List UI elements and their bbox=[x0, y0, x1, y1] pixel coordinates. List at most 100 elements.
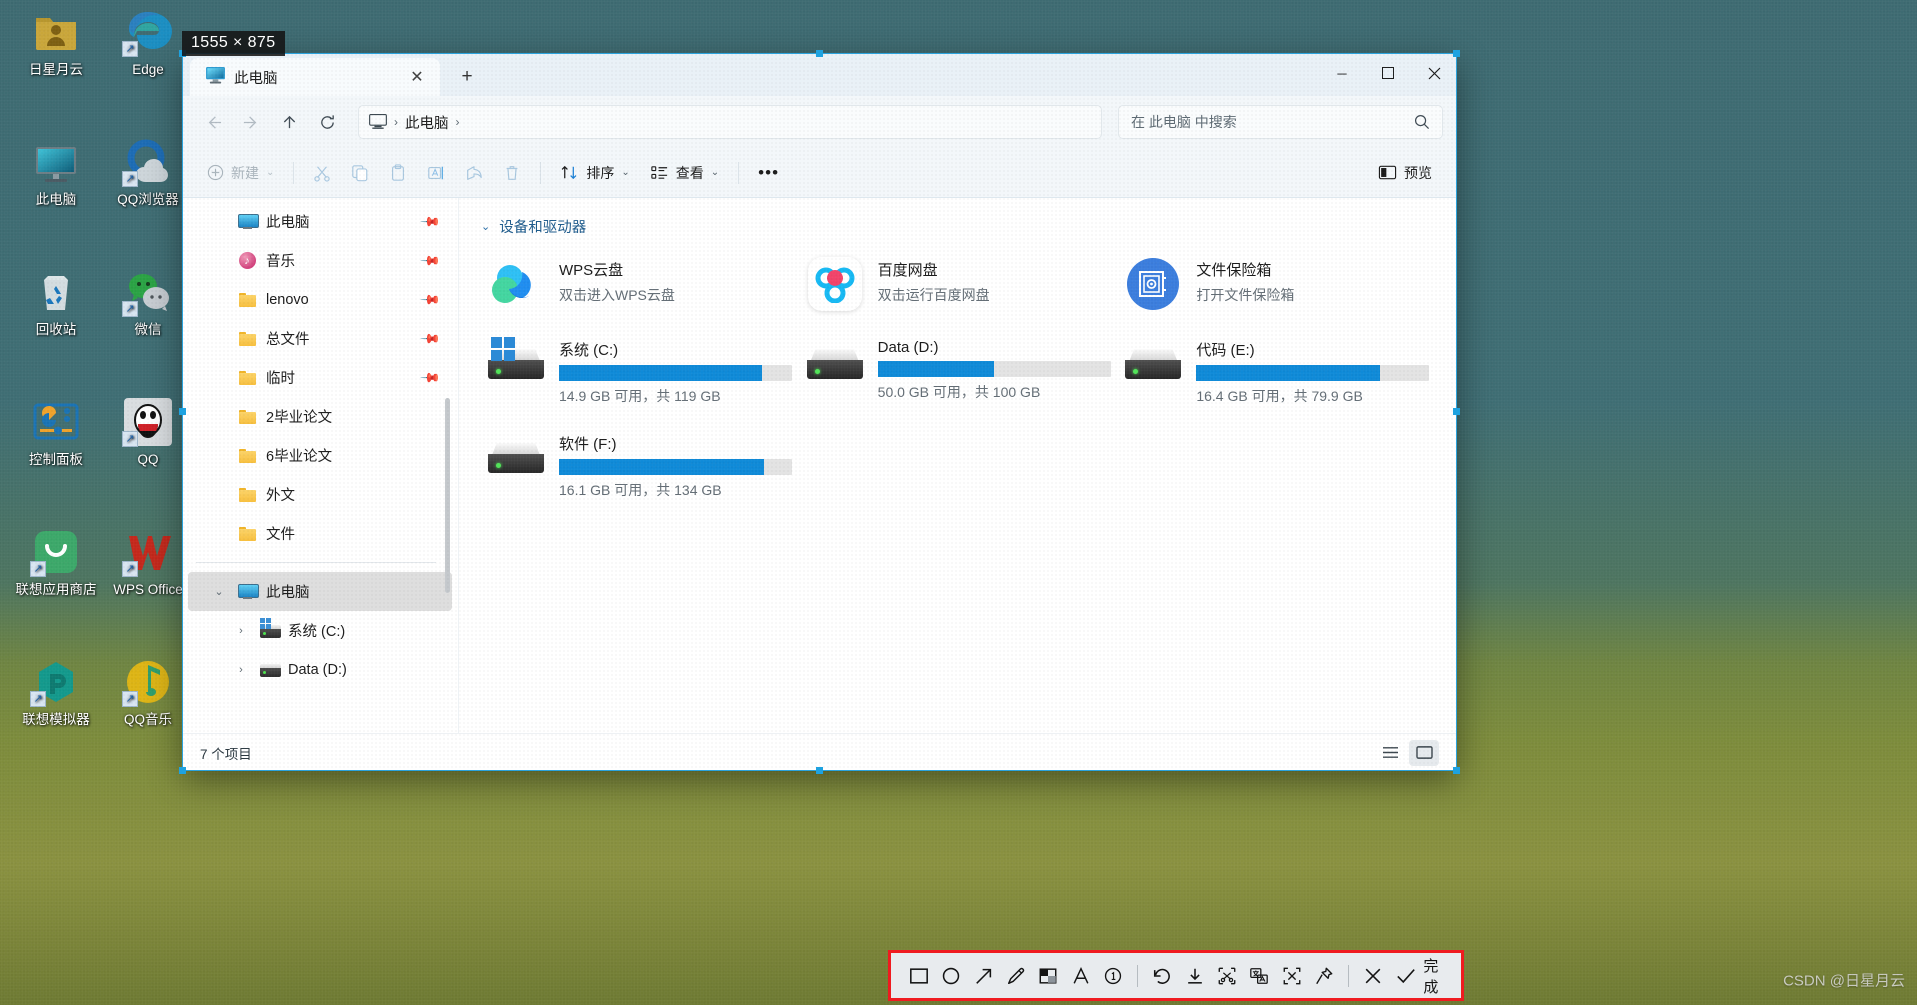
folder-icon bbox=[237, 370, 257, 385]
sort-button-label: 排序 bbox=[586, 164, 615, 181]
rectangle-tool-button[interactable] bbox=[905, 959, 933, 992]
drive-software-f[interactable]: 软件 (F:) 16.1 GB 可用，共 134 GB bbox=[481, 423, 800, 507]
list-view-button[interactable] bbox=[1375, 740, 1405, 766]
step-number-tool-button[interactable] bbox=[1099, 959, 1127, 992]
chevron-down-icon: ⌄ bbox=[621, 167, 630, 178]
undo-tool-button[interactable] bbox=[1148, 959, 1176, 992]
tab-this-pc[interactable]: 此电脑 ✕ bbox=[190, 58, 440, 96]
cut-tool-button[interactable] bbox=[1213, 959, 1241, 992]
sidebar-item-linshi[interactable]: 临时 📌 bbox=[188, 358, 452, 397]
sidebar-scrollbar-thumb[interactable] bbox=[445, 398, 450, 593]
forward-button[interactable] bbox=[234, 105, 268, 139]
sidebar-tree-this-pc[interactable]: ⌄ 此电脑 bbox=[188, 572, 452, 611]
view-button[interactable]: 查看 ⌄ bbox=[641, 156, 728, 190]
sidebar-item-zongwenjian[interactable]: 总文件 📌 bbox=[188, 319, 452, 358]
close-window-button[interactable] bbox=[1411, 53, 1457, 93]
sidebar-item-label: 外文 bbox=[266, 488, 295, 504]
pin-icon[interactable]: 📌 bbox=[419, 366, 441, 389]
desktop-icon-recycle-bin[interactable]: 回收站 bbox=[8, 268, 104, 338]
recycle-bin-icon bbox=[32, 268, 80, 316]
edge-icon: ↗ bbox=[122, 8, 172, 57]
item-wps-cloud[interactable]: WPS云盘 双击进入WPS云盘 bbox=[481, 249, 800, 319]
sidebar-tree-system-c[interactable]: › 系统 (C:) bbox=[188, 611, 452, 650]
sidebar-item-label: 临时 bbox=[266, 371, 295, 387]
desktop-icon-this-pc[interactable]: 此电脑 bbox=[8, 138, 104, 208]
share-icon bbox=[465, 164, 483, 182]
sidebar-tree-data-d[interactable]: › Data (D:) bbox=[188, 650, 452, 689]
more-options-button[interactable]: ••• bbox=[749, 156, 788, 190]
sidebar-item-label: 文件 bbox=[266, 527, 295, 543]
paste-icon bbox=[389, 163, 407, 182]
desktop-icon-label: 日星月云 bbox=[29, 62, 83, 77]
breadcrumb-separator: › bbox=[394, 115, 398, 129]
preview-button[interactable]: 预览 bbox=[1369, 156, 1441, 190]
search-input[interactable]: 在 此电脑 中搜索 bbox=[1118, 105, 1443, 139]
tile-view-button[interactable] bbox=[1409, 739, 1439, 766]
search-icon[interactable] bbox=[1414, 114, 1430, 130]
chevron-down-icon[interactable]: ⌄ bbox=[210, 585, 228, 598]
new-tab-button[interactable]: + bbox=[450, 60, 484, 94]
save-tool-button[interactable] bbox=[1180, 959, 1208, 992]
ellipse-tool-button[interactable] bbox=[937, 959, 965, 992]
new-button[interactable]: 新建 ⌄ bbox=[198, 156, 283, 190]
ocr-tool-button[interactable] bbox=[1277, 959, 1305, 992]
drive-data-d[interactable]: Data (D:) 50.0 GB 可用，共 100 GB bbox=[800, 329, 1119, 413]
done-snip-button[interactable]: 完成 bbox=[1389, 955, 1449, 997]
delete-button[interactable] bbox=[494, 156, 530, 190]
chevron-down-icon[interactable]: ⌄ bbox=[481, 220, 490, 233]
lenovo-store-icon: ↗ bbox=[30, 528, 80, 577]
sidebar-item-2biyelunwen[interactable]: 2毕业论文 bbox=[188, 397, 452, 436]
breadcrumb-item-this-pc[interactable]: 此电脑 bbox=[405, 112, 449, 133]
sidebar-item-music[interactable]: ♪ 音乐 📌 bbox=[188, 241, 452, 280]
rename-button[interactable] bbox=[418, 156, 454, 190]
sidebar-item-6biyelunwen[interactable]: 6毕业论文 bbox=[188, 436, 452, 475]
sort-button[interactable]: 排序 ⌄ bbox=[551, 156, 638, 190]
tab-close-icon[interactable]: ✕ bbox=[404, 64, 430, 90]
group-header-devices[interactable]: ⌄ 设备和驱动器 bbox=[481, 216, 1437, 237]
chevron-right-icon[interactable]: › bbox=[232, 664, 250, 676]
up-button[interactable] bbox=[272, 105, 306, 139]
breadcrumb-root-icon[interactable] bbox=[369, 114, 387, 130]
breadcrumb-separator-2[interactable]: › bbox=[453, 115, 463, 129]
breadcrumb[interactable]: › 此电脑 › bbox=[358, 105, 1102, 139]
pin-icon[interactable]: 📌 bbox=[419, 327, 441, 350]
pin-tool-button[interactable] bbox=[1310, 959, 1338, 992]
translate-tool-button[interactable] bbox=[1245, 959, 1273, 992]
desktop-icon-lenovo-store[interactable]: ↗ 联想应用商店 bbox=[8, 528, 104, 598]
minimize-button[interactable]: ─ bbox=[1319, 53, 1365, 93]
text-tool-button[interactable] bbox=[1067, 959, 1095, 992]
maximize-button[interactable] bbox=[1365, 53, 1411, 93]
pin-icon[interactable]: 📌 bbox=[419, 210, 441, 233]
refresh-button[interactable] bbox=[310, 105, 344, 139]
sidebar-item-lenovo[interactable]: lenovo 📌 bbox=[188, 280, 452, 319]
arrow-tool-button[interactable] bbox=[970, 959, 998, 992]
drive-capacity: 16.1 GB 可用，共 134 GB bbox=[559, 482, 722, 498]
copy-button[interactable] bbox=[342, 156, 378, 190]
sidebar-item-waiwen[interactable]: 外文 bbox=[188, 475, 452, 514]
cut-button[interactable] bbox=[304, 156, 340, 190]
toolbar-divider bbox=[293, 161, 295, 184]
sidebar-item-this-pc-quick[interactable]: 此电脑 📌 bbox=[188, 202, 452, 241]
folder-user-icon bbox=[32, 8, 80, 56]
desktop-icon-control-panel[interactable]: 控制面板 bbox=[8, 398, 104, 468]
desktop-icon-folder-user[interactable]: 日星月云 bbox=[8, 8, 104, 78]
copy-icon bbox=[351, 164, 369, 182]
mosaic-tool-button[interactable] bbox=[1034, 959, 1062, 992]
back-button[interactable] bbox=[196, 105, 230, 139]
pin-icon[interactable]: 📌 bbox=[419, 288, 441, 311]
baidu-netdisk-icon bbox=[806, 256, 864, 312]
pen-tool-button[interactable] bbox=[1002, 959, 1030, 992]
drive-code-e[interactable]: 代码 (E:) 16.4 GB 可用，共 79.9 GB bbox=[1118, 329, 1437, 413]
item-file-vault[interactable]: 文件保险箱 打开文件保险箱 bbox=[1118, 249, 1437, 319]
drive-system-c[interactable]: 系统 (C:) 14.9 GB 可用，共 119 GB bbox=[481, 329, 800, 413]
lenovo-emulator-icon: ↗ bbox=[30, 658, 80, 707]
paste-button[interactable] bbox=[380, 156, 416, 190]
sidebar-item-wenjian[interactable]: 文件 bbox=[188, 514, 452, 553]
share-button[interactable] bbox=[456, 156, 492, 190]
wps-office-icon: ↗ bbox=[122, 528, 172, 577]
desktop-icon-lenovo-emulator[interactable]: ↗ 联想模拟器 bbox=[8, 658, 104, 728]
chevron-right-icon[interactable]: › bbox=[232, 625, 250, 637]
item-baidu-netdisk[interactable]: 百度网盘 双击运行百度网盘 bbox=[800, 249, 1119, 319]
pin-icon[interactable]: 📌 bbox=[419, 249, 441, 272]
cancel-snip-button[interactable] bbox=[1359, 959, 1387, 992]
